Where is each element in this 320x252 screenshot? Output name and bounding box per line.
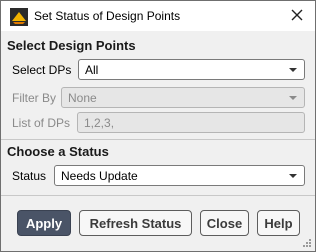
select-dps-value: All: [85, 63, 99, 77]
filter-by-label: Filter By: [12, 91, 57, 105]
chevron-down-icon: [289, 96, 297, 100]
fluent-app-icon: [10, 8, 28, 26]
select-design-points-heading: Select Design Points: [7, 38, 136, 53]
resize-grip-icon[interactable]: [302, 238, 312, 248]
refresh-status-button[interactable]: Refresh Status: [79, 210, 192, 236]
close-icon[interactable]: [289, 7, 305, 23]
select-dps-label: Select DPs: [12, 63, 72, 77]
window-title: Set Status of Design Points: [34, 9, 181, 23]
title-bar[interactable]: Set Status of Design Points: [1, 1, 315, 31]
chevron-down-icon: [289, 68, 297, 72]
button-bar-divider: [1, 195, 315, 196]
filter-by-dropdown[interactable]: None: [61, 87, 305, 108]
set-status-dialog: Set Status of Design Points Select Desig…: [0, 0, 316, 252]
filter-by-value: None: [68, 91, 97, 105]
status-value: Needs Update: [61, 169, 138, 183]
help-button[interactable]: Help: [257, 210, 300, 236]
choose-status-heading: Choose a Status: [7, 144, 109, 159]
close-button[interactable]: Close: [200, 210, 249, 236]
section-divider: [1, 139, 315, 140]
list-of-dps-label: List of DPs: [12, 116, 71, 130]
chevron-down-icon: [289, 174, 297, 178]
status-dropdown[interactable]: Needs Update: [54, 165, 305, 186]
apply-button[interactable]: Apply: [17, 210, 71, 236]
select-dps-dropdown[interactable]: All: [78, 59, 305, 80]
status-label: Status: [12, 169, 47, 183]
list-of-dps-value: 1,2,3,: [84, 116, 115, 130]
list-of-dps-field[interactable]: 1,2,3,: [77, 112, 305, 133]
